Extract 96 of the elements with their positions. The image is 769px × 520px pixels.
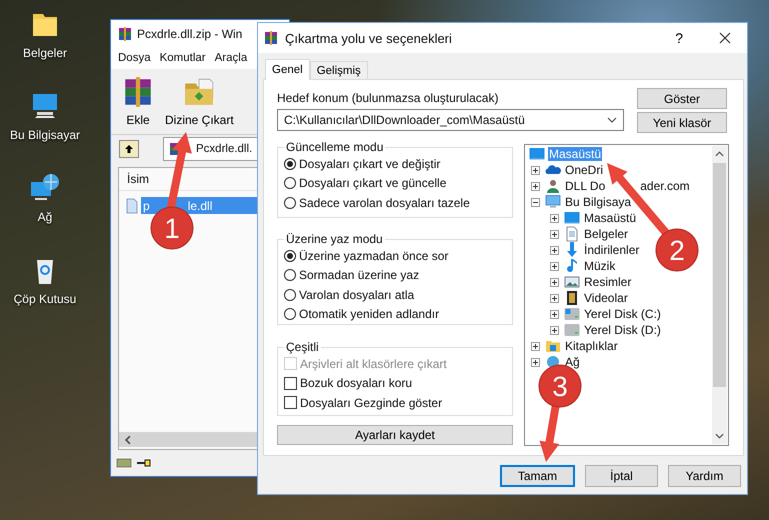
desktop-icon-label[interactable]: Ağ [38, 210, 52, 224]
option-label[interactable]: Dosyaları çıkart ve değiştir [299, 156, 440, 171]
dialog-button[interactable]: Yardım [668, 465, 741, 487]
checkbox[interactable] [284, 396, 297, 410]
dialog-title: Çıkartma yolu ve seçenekleri [285, 30, 453, 46]
music-note-icon [564, 258, 580, 274]
books-icon [117, 26, 133, 42]
column-header[interactable]: İsim [127, 172, 149, 186]
expander-icon[interactable] [550, 246, 559, 254]
drive-icon [564, 306, 580, 322]
desktop-icon-label[interactable]: Bu Bilgisayar [10, 128, 80, 142]
group-title: Çeşitli [285, 340, 320, 354]
tree-item[interactable]: OneDri [564, 163, 604, 177]
menu-item[interactable]: Araçla [214, 52, 248, 64]
down-arrow-icon [564, 242, 580, 258]
chevron-down-icon[interactable] [715, 433, 724, 439]
film-icon [564, 290, 580, 306]
expander-icon[interactable] [550, 326, 559, 334]
expander-icon[interactable] [531, 166, 540, 174]
radio-button[interactable] [284, 269, 296, 282]
chevron-left-icon[interactable] [123, 434, 133, 444]
up-arrow-icon [123, 143, 135, 155]
tab[interactable]: Genel [265, 59, 310, 80]
option-label[interactable]: Sadece varolan dosyaları tazele [299, 196, 470, 210]
radio-button[interactable] [284, 308, 296, 320]
expander-icon[interactable] [550, 262, 559, 270]
checkbox[interactable] [284, 376, 297, 390]
expander-icon[interactable] [531, 182, 540, 190]
close-icon[interactable] [719, 32, 731, 44]
field-label: Hedef konum (bulunmazsa oluşturulacak) [277, 91, 500, 105]
option-label[interactable]: Varolan dosyaları atla [299, 288, 414, 302]
radio-button[interactable] [284, 196, 296, 209]
toolbar-button[interactable]: Ekle [119, 75, 157, 127]
option-label[interactable]: Otomatik yeniden adlandır [299, 307, 440, 322]
user-icon [545, 178, 561, 194]
vertical-scrollbar[interactable] [712, 146, 727, 444]
tree-item[interactable]: Yerel Disk (D:) [583, 323, 662, 337]
folder-icon [545, 338, 561, 354]
tree-item[interactable]: Yerel Disk (C:) [583, 307, 662, 321]
expander-icon[interactable] [550, 310, 559, 318]
tree-item[interactable]: Bu Bilgisaya [564, 195, 632, 209]
scrollbar-thumb[interactable] [713, 163, 726, 387]
expander-icon[interactable] [531, 342, 540, 350]
expander-icon[interactable] [550, 230, 559, 238]
tree-item[interactable]: Müzik [583, 259, 616, 273]
radio-button[interactable] [284, 288, 296, 301]
tree-item[interactable]: Videolar [583, 291, 629, 305]
drive-icon [564, 322, 580, 338]
window-title: Pcxdrle.dll.zip - Win [137, 26, 242, 40]
radio-button[interactable] [284, 158, 296, 170]
tree-item[interactable]: Masaüstü [583, 211, 638, 225]
dialog-button[interactable]: Tamam [500, 465, 575, 487]
books-icon [263, 30, 279, 46]
option-label[interactable]: Dosyaları çıkart ve güncelle [299, 176, 446, 190]
option-label[interactable]: Üzerine yazmadan önce sor [299, 248, 448, 263]
file-icon [124, 198, 140, 214]
monitor-icon [529, 146, 545, 162]
option-label[interactable]: Sormadan üzerine yaz [299, 268, 420, 282]
menu-item[interactable]: Dosya [118, 52, 151, 64]
help-button[interactable]: ? [675, 30, 683, 46]
key-icon [136, 458, 152, 468]
dialog-button[interactable]: Göster [637, 88, 727, 109]
desktop-icon-label[interactable]: Çöp Kutusu [14, 292, 76, 306]
chevron-down-icon [607, 117, 617, 123]
option-label[interactable]: Bozuk dosyaları koru [300, 376, 412, 390]
picture-icon [564, 274, 580, 290]
tree-item[interactable]: Kitaplıklar [564, 339, 619, 353]
option-label[interactable]: Dosyaları Gezginde göster [300, 396, 442, 410]
step-number-badge: 2 [656, 228, 698, 272]
dialog-button[interactable]: Yeni klasör [637, 112, 727, 133]
tree-item[interactable]: DLL Do [564, 179, 606, 193]
computer-icon [545, 194, 561, 210]
expander-icon[interactable] [550, 278, 559, 286]
drive-icon [116, 458, 132, 468]
save-settings-button[interactable]: Ayarları kaydet [277, 425, 513, 445]
expander-icon[interactable] [531, 358, 540, 366]
tree-item[interactable]: Belgeler [583, 227, 630, 241]
tree-item[interactable]: ader.com [639, 179, 691, 193]
expander-icon[interactable] [550, 214, 559, 222]
expander-icon[interactable] [550, 294, 559, 302]
monitor-icon [564, 210, 580, 226]
up-folder-button[interactable] [119, 140, 139, 158]
tree-item[interactable]: İndirilenler [583, 243, 640, 257]
menu-item[interactable]: Komutlar [160, 52, 206, 64]
group-title: Üzerine yaz modu [285, 232, 384, 246]
pointer-arrow [540, 403, 560, 462]
dialog-button[interactable]: İptal [585, 465, 658, 487]
desktop-icon-label[interactable]: Belgeler [22, 46, 68, 60]
radio-button[interactable] [284, 250, 296, 262]
toolbar-button[interactable]: Dizine Çıkart [163, 75, 236, 127]
radio-button[interactable] [284, 177, 296, 190]
tab[interactable]: Gelişmiş [310, 61, 368, 79]
chevron-up-icon[interactable] [715, 151, 724, 157]
destination-dropdown[interactable]: C:\Kullanıcılar\DllDownloader_com\Masaüstü [277, 109, 624, 131]
expander-icon[interactable] [531, 198, 540, 206]
tree-item[interactable]: Resimler [583, 275, 632, 289]
